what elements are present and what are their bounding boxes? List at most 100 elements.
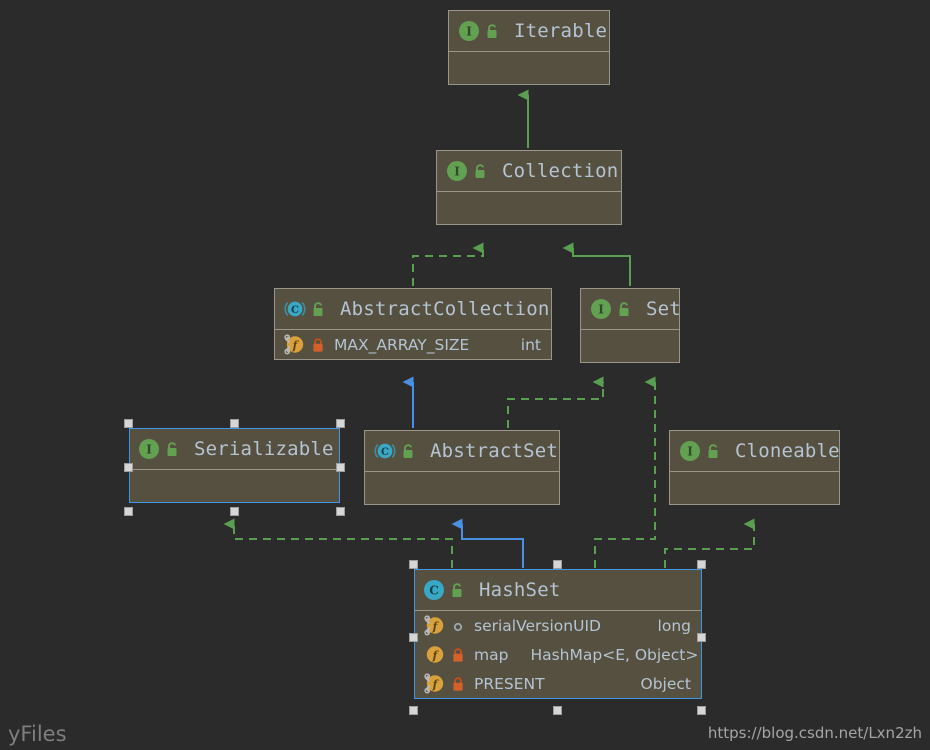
selection-handle[interactable] bbox=[553, 560, 562, 569]
interface-icon: I bbox=[446, 160, 468, 182]
selection-handle[interactable] bbox=[409, 560, 418, 569]
svg-text:C: C bbox=[381, 447, 389, 458]
svg-text:I: I bbox=[687, 445, 693, 459]
private-lock-icon bbox=[451, 647, 465, 663]
class-name: AbstractSet bbox=[430, 440, 559, 462]
interface-icon: I bbox=[590, 298, 612, 320]
node-header: C AbstractCollection bbox=[275, 289, 551, 329]
members-list: f MAX_ARRAY_SIZE int bbox=[275, 330, 551, 359]
node-header: C HashSet bbox=[415, 570, 701, 610]
selection-handle[interactable] bbox=[230, 419, 239, 428]
class-name: HashSet bbox=[479, 579, 561, 601]
edge-hashset-to-cloneable bbox=[664, 518, 755, 568]
field-icon: f bbox=[424, 644, 445, 665]
selection-handle[interactable] bbox=[697, 706, 706, 715]
svg-text:I: I bbox=[146, 443, 152, 457]
class-name: Cloneable bbox=[735, 440, 840, 462]
members-list bbox=[670, 472, 839, 504]
class-name: Set bbox=[646, 298, 681, 320]
selection-handle[interactable] bbox=[124, 419, 133, 428]
member-type: int bbox=[520, 335, 541, 354]
interface-icon: I bbox=[458, 20, 480, 42]
selection-handle[interactable] bbox=[336, 419, 345, 428]
selection-handle[interactable] bbox=[697, 560, 706, 569]
members-list bbox=[581, 330, 679, 362]
abstract-class-icon: C bbox=[374, 440, 396, 462]
yfiles-watermark: yFiles bbox=[8, 722, 67, 746]
class-node-abstractset[interactable]: C AbstractSet bbox=[364, 430, 560, 505]
class-icon: C bbox=[423, 579, 445, 601]
class-name: Iterable bbox=[514, 20, 608, 42]
member-row[interactable]: f serialVersionUID long bbox=[415, 611, 701, 640]
members-list bbox=[449, 52, 609, 84]
member-name: serialVersionUID bbox=[474, 616, 601, 635]
abstract-class-icon: C bbox=[284, 298, 306, 320]
edge-hashset-to-serializable bbox=[223, 518, 453, 568]
unlocked-public-icon bbox=[311, 301, 326, 318]
selection-handle[interactable] bbox=[336, 507, 345, 516]
member-type: Object bbox=[640, 674, 691, 693]
unlocked-public-icon bbox=[485, 23, 500, 40]
edge-hashset-to-set bbox=[594, 376, 656, 568]
svg-text:C: C bbox=[291, 305, 299, 316]
unlocked-public-icon bbox=[706, 443, 721, 460]
static-field-icon: f bbox=[284, 334, 305, 355]
edge-abstractcollection-to-collection bbox=[412, 242, 484, 286]
member-name: map bbox=[474, 645, 509, 664]
diagram-canvas[interactable]: I Iterable I Collection C AbstractCollec… bbox=[0, 0, 930, 750]
members-list bbox=[130, 470, 339, 502]
static-field-icon: f bbox=[424, 615, 445, 636]
unlocked-public-icon bbox=[165, 441, 180, 458]
package-private-icon bbox=[451, 618, 465, 634]
edge-abstractset-to-set bbox=[507, 376, 604, 428]
selection-handle[interactable] bbox=[697, 633, 706, 642]
selection-handle[interactable] bbox=[409, 633, 418, 642]
class-name: Serializable bbox=[194, 438, 334, 460]
member-row[interactable]: f PRESENT Object bbox=[415, 669, 701, 698]
selection-handle[interactable] bbox=[336, 463, 345, 472]
unlocked-public-icon bbox=[473, 163, 488, 180]
node-header: I Cloneable bbox=[670, 431, 840, 471]
class-node-cloneable[interactable]: I Cloneable bbox=[669, 430, 840, 505]
class-node-serializable[interactable]: I Serializable bbox=[129, 428, 340, 503]
static-field-icon: f bbox=[424, 673, 445, 694]
class-name: AbstractCollection bbox=[340, 298, 550, 320]
node-header: C AbstractSet bbox=[365, 431, 559, 471]
private-lock-icon bbox=[311, 337, 325, 353]
class-node-abstractcollection[interactable]: C AbstractCollection f MAX_ARRAY_SIZE in… bbox=[274, 288, 552, 360]
member-row[interactable]: f map HashMap<E, Object> bbox=[415, 640, 701, 669]
svg-text:I: I bbox=[466, 25, 472, 39]
node-header: I Serializable bbox=[130, 429, 339, 469]
class-name: Collection bbox=[502, 160, 619, 182]
class-node-set[interactable]: I Set bbox=[580, 288, 681, 363]
member-type: HashMap<E, Object> bbox=[530, 645, 699, 664]
unlocked-public-icon bbox=[617, 301, 632, 318]
selection-handle[interactable] bbox=[124, 463, 133, 472]
edge-hashset-to-abstractset bbox=[451, 518, 524, 568]
svg-text:I: I bbox=[454, 165, 460, 179]
node-header: I Iterable bbox=[449, 11, 609, 51]
node-header: I Set bbox=[581, 289, 681, 329]
source-url-watermark: https://blog.csdn.net/Lxn2zh bbox=[707, 724, 922, 742]
member-row[interactable]: f MAX_ARRAY_SIZE int bbox=[275, 330, 551, 359]
selection-handle[interactable] bbox=[553, 706, 562, 715]
private-lock-icon bbox=[451, 676, 465, 692]
class-node-hashset[interactable]: C HashSet f serialVersionUID long f map … bbox=[414, 569, 702, 699]
svg-text:C: C bbox=[429, 584, 439, 598]
member-name: PRESENT bbox=[474, 674, 545, 693]
unlocked-public-icon bbox=[401, 443, 416, 460]
selection-handle[interactable] bbox=[124, 507, 133, 516]
unlocked-public-icon bbox=[450, 582, 465, 599]
selection-handle[interactable] bbox=[409, 706, 418, 715]
members-list bbox=[437, 192, 621, 224]
member-type: long bbox=[657, 616, 691, 635]
selection-handle[interactable] bbox=[230, 507, 239, 516]
members-list bbox=[365, 472, 559, 504]
svg-text:I: I bbox=[598, 303, 604, 317]
interface-icon: I bbox=[679, 440, 701, 462]
class-node-iterable[interactable]: I Iterable bbox=[448, 10, 610, 85]
class-node-collection[interactable]: I Collection bbox=[436, 150, 622, 225]
members-list: f serialVersionUID long f map HashMap<E,… bbox=[415, 611, 701, 698]
member-name: MAX_ARRAY_SIZE bbox=[334, 335, 470, 354]
interface-icon: I bbox=[138, 438, 160, 460]
